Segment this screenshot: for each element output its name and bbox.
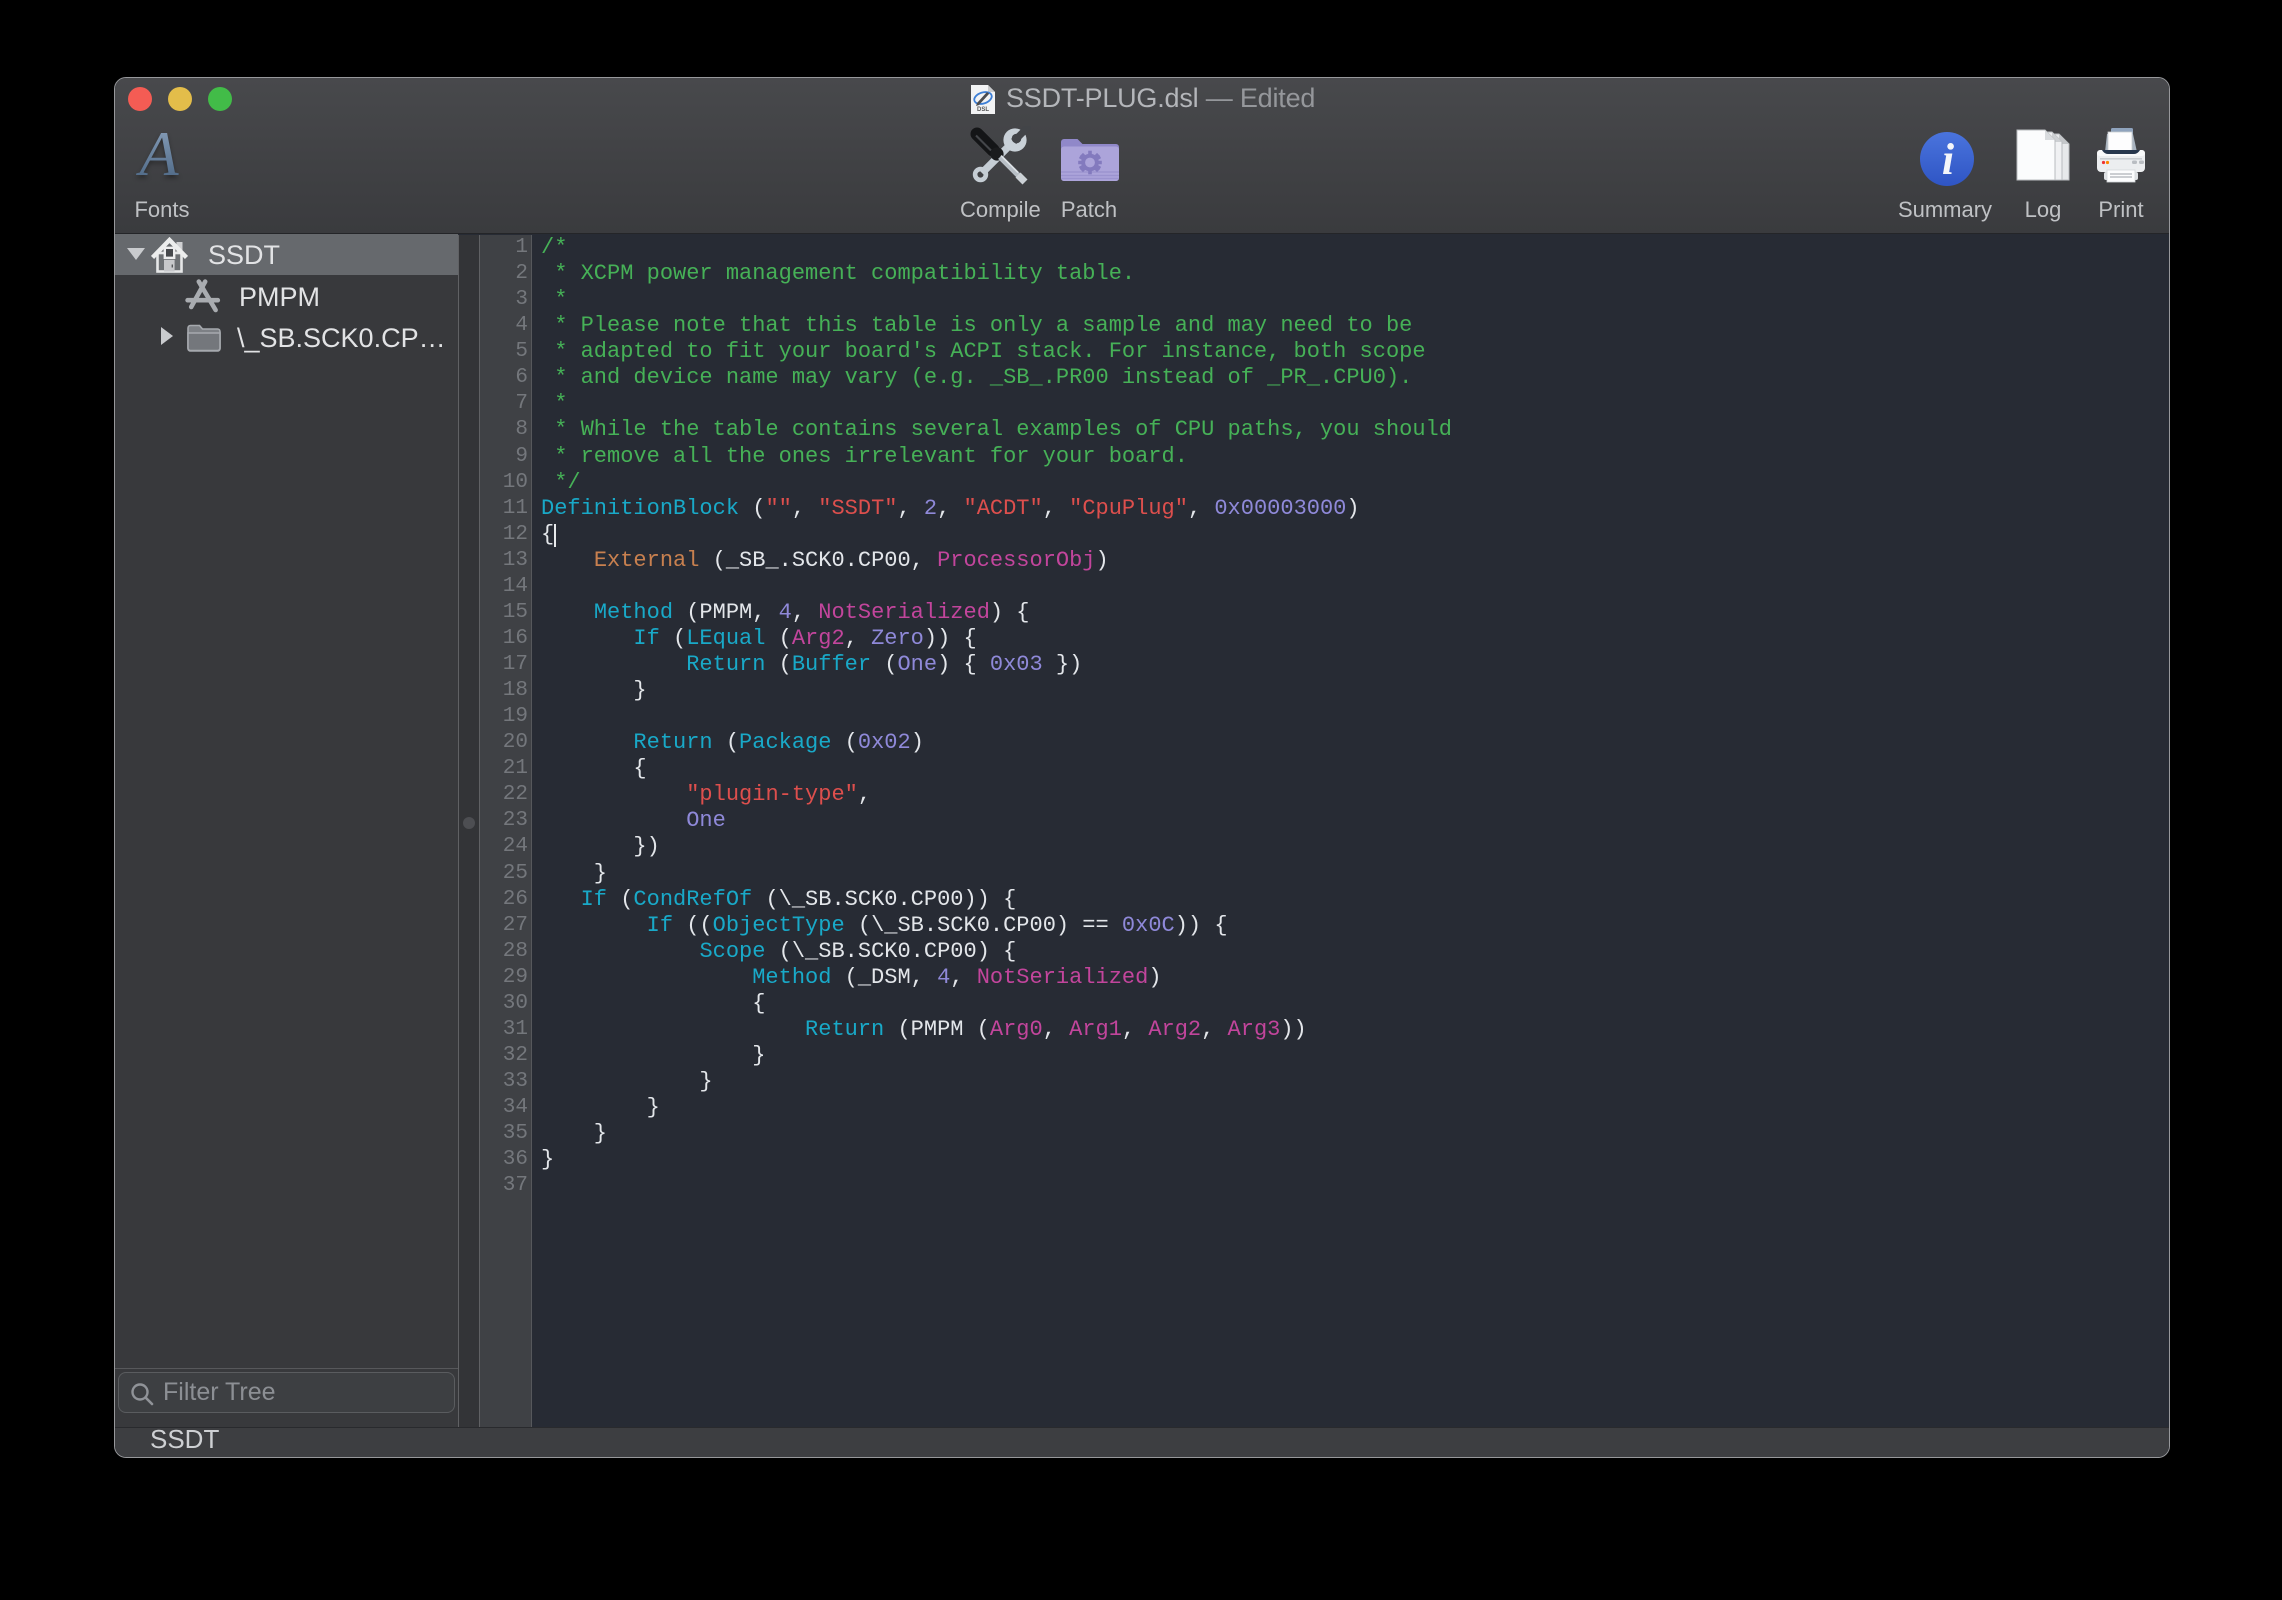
svg-text:i: i — [1942, 135, 1955, 184]
svg-text:DSL: DSL — [977, 107, 989, 113]
